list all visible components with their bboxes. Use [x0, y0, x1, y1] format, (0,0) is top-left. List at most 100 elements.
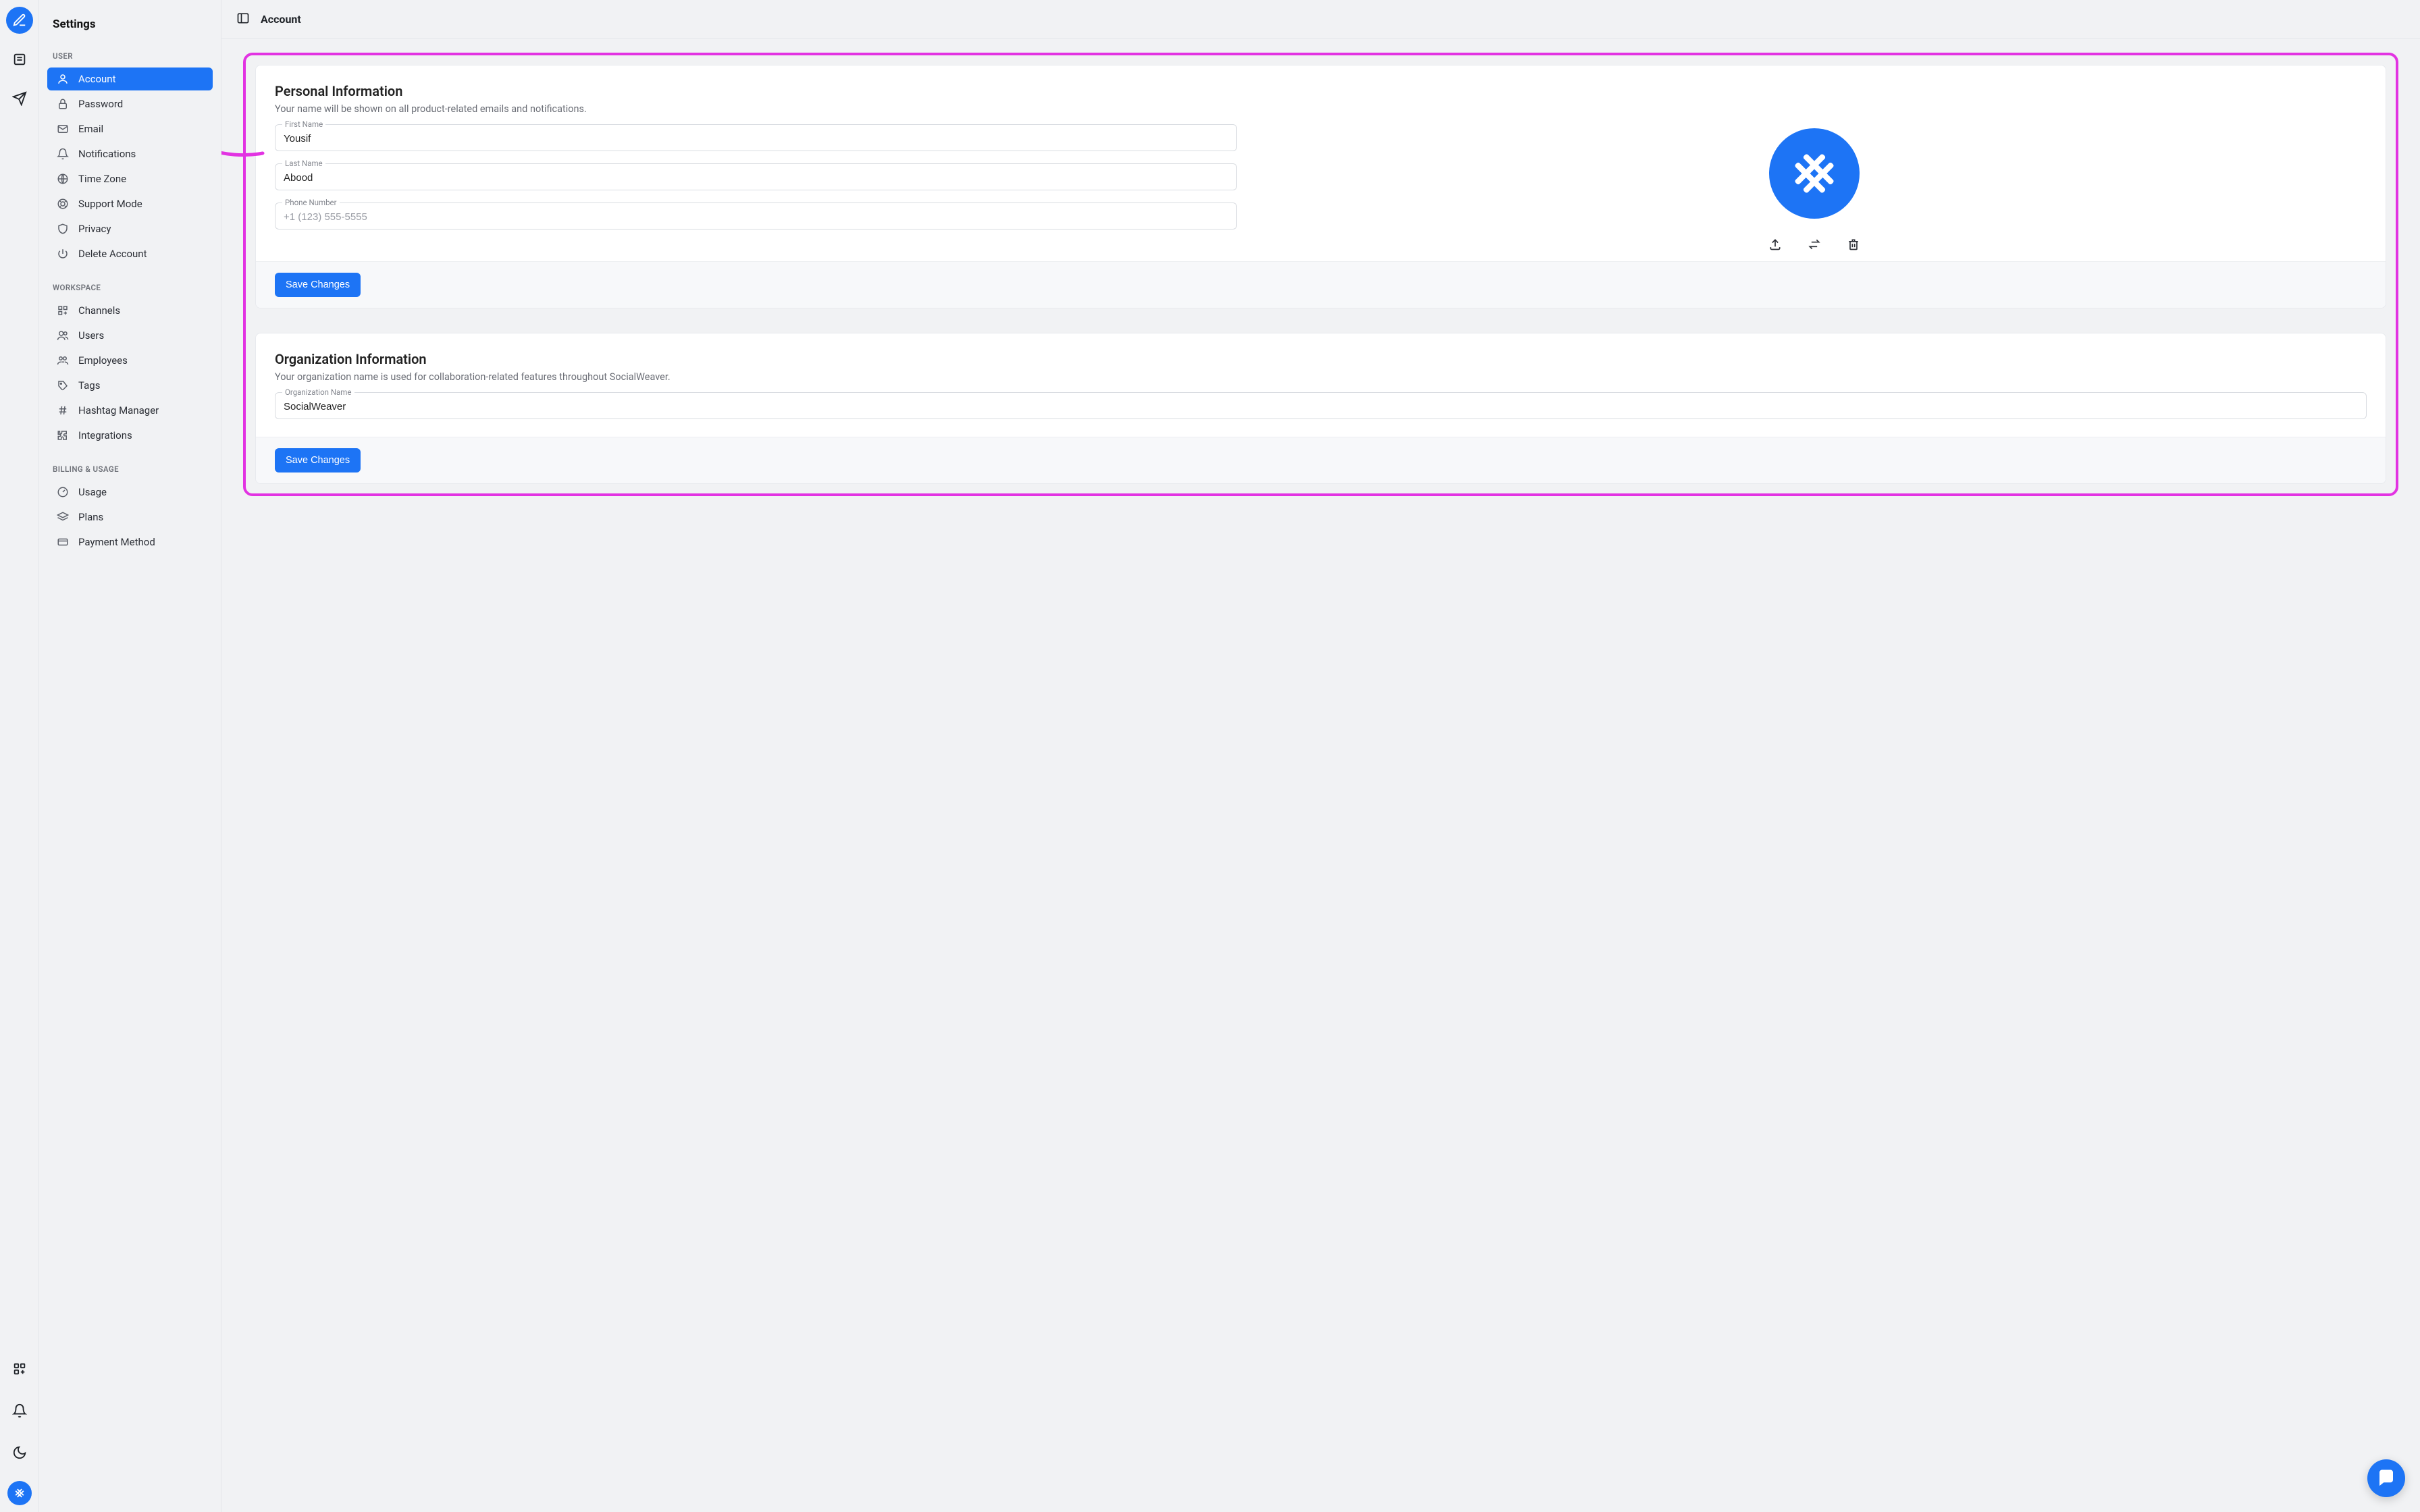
- highlight-annotation: Personal Information Your name will be s…: [243, 53, 2398, 496]
- settings-sidebar: Settings USER Account Password Email Not…: [39, 0, 221, 1512]
- bell-icon: [12, 1403, 27, 1418]
- nav-label: Tags: [78, 379, 100, 392]
- topbar: Account: [221, 0, 2420, 39]
- card-icon: [57, 536, 69, 548]
- nav-label: Privacy: [78, 223, 111, 235]
- upload-avatar-button[interactable]: [1766, 235, 1785, 256]
- hash-icon: [57, 404, 69, 416]
- apps-icon: [12, 1361, 27, 1376]
- nav-plans[interactable]: Plans: [47, 506, 213, 529]
- nav-usage[interactable]: Usage: [47, 481, 213, 504]
- power-icon: [57, 248, 69, 260]
- trash-icon: [1847, 238, 1860, 251]
- nav-notifications[interactable]: Notifications: [47, 142, 213, 165]
- nav-tags[interactable]: Tags: [47, 374, 213, 397]
- org-name-field[interactable]: Organization Name: [275, 392, 2367, 419]
- nav-delete-account[interactable]: Delete Account: [47, 242, 213, 265]
- lifebuoy-icon: [57, 198, 69, 210]
- nav-account[interactable]: Account: [47, 68, 213, 90]
- section-billing-label: BILLING & USAGE: [47, 462, 213, 481]
- nav-channels[interactable]: Channels: [47, 299, 213, 322]
- nav-label: Employees: [78, 354, 128, 367]
- upload-icon: [1768, 238, 1782, 251]
- save-personal-button[interactable]: Save Changes: [275, 273, 361, 297]
- toggle-sidebar-button[interactable]: [236, 11, 250, 28]
- send-icon: [12, 91, 27, 106]
- save-org-button[interactable]: Save Changes: [275, 448, 361, 473]
- last-name-label: Last Name: [282, 159, 325, 168]
- last-name-input[interactable]: [284, 169, 1228, 184]
- users-icon: [57, 329, 69, 342]
- nav-label: Time Zone: [78, 173, 126, 185]
- compose-button[interactable]: [6, 7, 33, 34]
- send-button[interactable]: [6, 85, 33, 112]
- org-name-input[interactable]: [284, 398, 2358, 412]
- first-name-input[interactable]: [284, 130, 1228, 144]
- nav-label: Password: [78, 98, 123, 110]
- delete-avatar-button[interactable]: [1844, 235, 1863, 256]
- notifications-button[interactable]: [6, 1397, 33, 1424]
- swap-avatar-button[interactable]: [1805, 235, 1824, 256]
- nav-integrations[interactable]: Integrations: [47, 424, 213, 447]
- first-name-label: First Name: [282, 119, 325, 129]
- nav-timezone[interactable]: Time Zone: [47, 167, 213, 190]
- nav-label: Account: [78, 73, 116, 85]
- nav-payment-method[interactable]: Payment Method: [47, 531, 213, 554]
- nav-users[interactable]: Users: [47, 324, 213, 347]
- theme-button[interactable]: [6, 1439, 33, 1466]
- first-name-field[interactable]: First Name: [275, 124, 1237, 151]
- gauge-icon: [57, 486, 69, 498]
- nav-label: Integrations: [78, 429, 132, 441]
- nav-support-mode[interactable]: Support Mode: [47, 192, 213, 215]
- weave-icon: [1788, 147, 1841, 200]
- icon-rail: [0, 0, 39, 1512]
- nav-label: Payment Method: [78, 536, 155, 548]
- nav-employees[interactable]: Employees: [47, 349, 213, 372]
- weave-icon: [12, 1486, 27, 1501]
- lock-icon: [57, 98, 69, 110]
- nav-label: Usage: [78, 486, 107, 498]
- moon-icon: [12, 1445, 27, 1460]
- personal-info-title: Personal Information: [275, 83, 2367, 99]
- grid-icon: [57, 304, 69, 317]
- personal-info-desc: Your name will be shown on all product-r…: [275, 103, 2367, 115]
- nav-privacy[interactable]: Privacy: [47, 217, 213, 240]
- puzzle-icon: [57, 429, 69, 441]
- page-title: Account: [261, 13, 301, 26]
- shield-icon: [57, 223, 69, 235]
- settings-title: Settings: [47, 14, 213, 49]
- nav-hashtag-manager[interactable]: Hashtag Manager: [47, 399, 213, 422]
- avatar: [1769, 128, 1860, 219]
- phone-field[interactable]: Phone Number: [275, 202, 1237, 230]
- nav-label: Notifications: [78, 148, 136, 160]
- chat-fab[interactable]: [2367, 1459, 2405, 1497]
- org-info-card: Organization Information Your organizati…: [255, 333, 2386, 484]
- nav-label: Channels: [78, 304, 120, 317]
- org-name-label: Organization Name: [282, 387, 354, 397]
- mail-icon: [57, 123, 69, 135]
- user-icon: [57, 73, 69, 85]
- compose-icon: [12, 13, 27, 28]
- last-name-field[interactable]: Last Name: [275, 163, 1237, 190]
- swap-icon: [1808, 238, 1821, 251]
- nav-label: Users: [78, 329, 104, 342]
- main: Account Personal Information Your name w…: [221, 0, 2420, 1512]
- nav-label: Plans: [78, 511, 103, 523]
- phone-label: Phone Number: [282, 198, 340, 207]
- tag-icon: [57, 379, 69, 392]
- personal-info-card: Personal Information Your name will be s…: [255, 65, 2386, 308]
- apps-button[interactable]: [6, 1355, 33, 1382]
- section-user-label: USER: [47, 49, 213, 68]
- globe-icon: [57, 173, 69, 185]
- feed-button[interactable]: [6, 46, 33, 73]
- employees-icon: [57, 354, 69, 367]
- org-info-desc: Your organization name is used for colla…: [275, 371, 2367, 383]
- org-info-title: Organization Information: [275, 351, 2367, 367]
- nav-label: Email: [78, 123, 103, 135]
- nav-email[interactable]: Email: [47, 117, 213, 140]
- phone-input[interactable]: [284, 209, 1228, 223]
- app-logo[interactable]: [7, 1481, 32, 1505]
- layers-icon: [57, 511, 69, 523]
- nav-label: Support Mode: [78, 198, 142, 210]
- nav-password[interactable]: Password: [47, 92, 213, 115]
